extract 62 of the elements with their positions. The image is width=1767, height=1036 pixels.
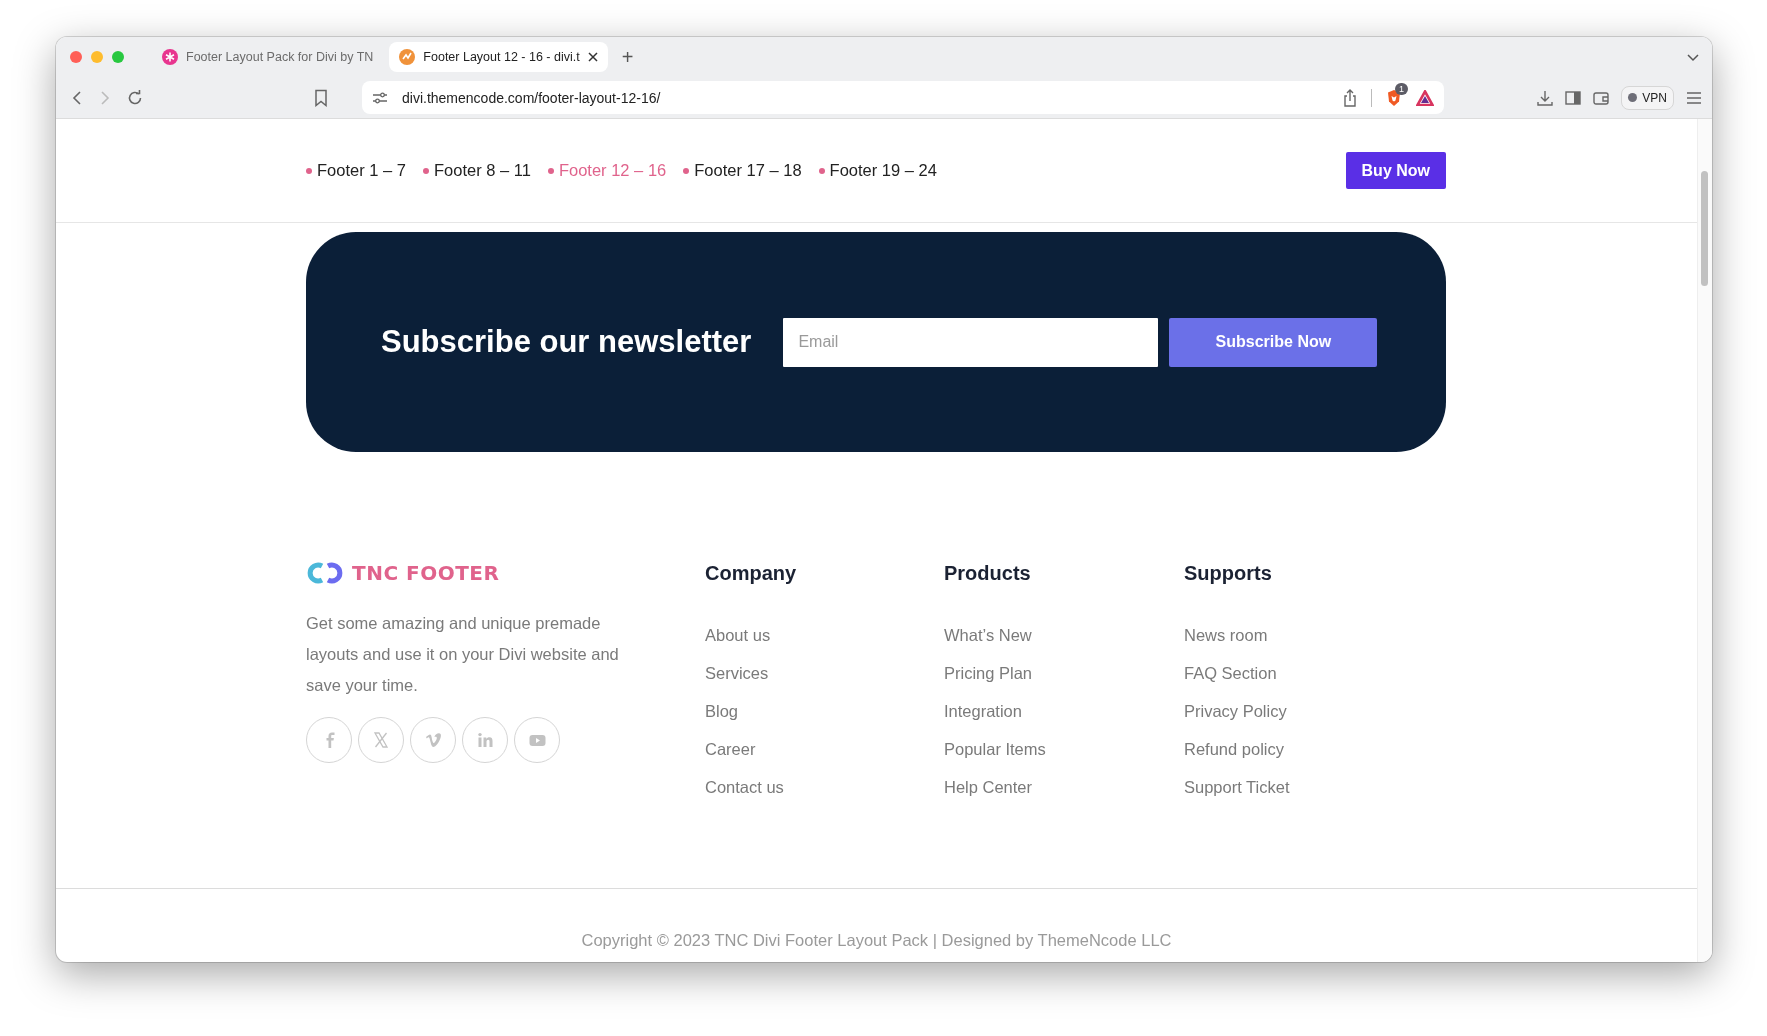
- nav-link[interactable]: Footer 1 – 7: [317, 161, 406, 180]
- footer-link[interactable]: Privacy Policy: [1184, 701, 1446, 721]
- triangle-icon[interactable]: [1416, 89, 1434, 106]
- bullet-icon: [423, 167, 429, 174]
- footer-link[interactable]: What’s New: [944, 625, 1184, 645]
- vpn-button[interactable]: VPN: [1621, 85, 1674, 110]
- email-field[interactable]: Email: [783, 317, 1159, 367]
- footer-link[interactable]: Help Center: [944, 777, 1184, 797]
- vimeo-icon: [424, 732, 442, 748]
- new-tab-button[interactable]: +: [621, 45, 634, 69]
- bullet-icon: [683, 167, 690, 174]
- share-icon[interactable]: [1343, 88, 1357, 107]
- download-icon[interactable]: [1537, 89, 1554, 106]
- footer-link[interactable]: FAQ Section: [1184, 663, 1446, 683]
- footer-link[interactable]: Popular Items: [944, 739, 1184, 759]
- buy-now-button[interactable]: Buy Now: [1345, 152, 1446, 189]
- scrollbar[interactable]: [1697, 119, 1712, 962]
- nav-link[interactable]: Footer 8 – 11: [434, 161, 531, 180]
- close-window-button[interactable]: [70, 51, 82, 63]
- footer-link[interactable]: About us: [705, 625, 944, 645]
- menu-icon[interactable]: [1686, 90, 1702, 105]
- sidebar-icon[interactable]: [1565, 89, 1582, 106]
- nav-link[interactable]: Footer 19 – 24: [829, 161, 937, 180]
- column-heading: Products: [944, 560, 1032, 586]
- back-icon[interactable]: [70, 89, 84, 106]
- address-bar[interactable]: divi.themencode.com/footer-layout-12-16/ 1: [362, 81, 1444, 114]
- browser-tab[interactable]: Footer Layout Pack for Divi by TN: [152, 42, 384, 72]
- bookmark-icon[interactable]: [314, 88, 328, 107]
- reload-icon[interactable]: [126, 88, 144, 107]
- footer-link[interactable]: Blog: [705, 701, 944, 721]
- logo-icon: [306, 560, 344, 586]
- footer-link[interactable]: Pricing Plan: [944, 663, 1184, 683]
- footer-link[interactable]: Services: [705, 663, 944, 683]
- copyright-text: Copyright © 2023 TNC Divi Footer Layout Pack | Designed by ThemeNcode LLC: [581, 931, 1172, 949]
- footer-link[interactable]: News room: [1184, 625, 1446, 645]
- footer-link[interactable]: Integration: [944, 701, 1184, 721]
- footer-link[interactable]: Contact us: [705, 777, 944, 797]
- notification-badge: 1: [1395, 82, 1408, 95]
- footer-link[interactable]: Support Ticket: [1184, 777, 1446, 797]
- linkedin-icon: [476, 732, 494, 748]
- bullet-icon: [818, 167, 825, 174]
- zigzag-icon: [399, 49, 416, 65]
- footer-link[interactable]: Refund policy: [1184, 739, 1446, 759]
- x-icon: [372, 732, 390, 748]
- bullet-icon: [306, 167, 312, 174]
- newsletter-title: Subscribe our newsletter: [381, 324, 752, 360]
- subscribe-button[interactable]: Subscribe Now: [1169, 317, 1378, 367]
- browser-tab[interactable]: Footer Layout 12 - 16 - divi.t: [389, 42, 608, 72]
- logo-text: TNC FOOTER: [352, 561, 500, 585]
- footer-description: Get some amazing and unique premade layouts and use it on your Divi website and save your time.: [306, 613, 620, 696]
- column-heading: Company: [705, 560, 798, 586]
- bullet-icon: [547, 167, 554, 174]
- close-icon[interactable]: [587, 52, 598, 62]
- asterisk-icon: [162, 49, 178, 65]
- nav-link[interactable]: Footer 17 – 18: [694, 161, 802, 180]
- nav-link[interactable]: Footer 12 – 16: [558, 161, 667, 180]
- footer-link[interactable]: Career: [705, 739, 944, 759]
- site-settings-icon[interactable]: [372, 90, 388, 105]
- chevron-down-icon[interactable]: [1686, 52, 1700, 62]
- wallet-icon[interactable]: [1593, 89, 1610, 106]
- column-heading: Supports: [1184, 560, 1273, 586]
- youtube-icon: [528, 732, 546, 748]
